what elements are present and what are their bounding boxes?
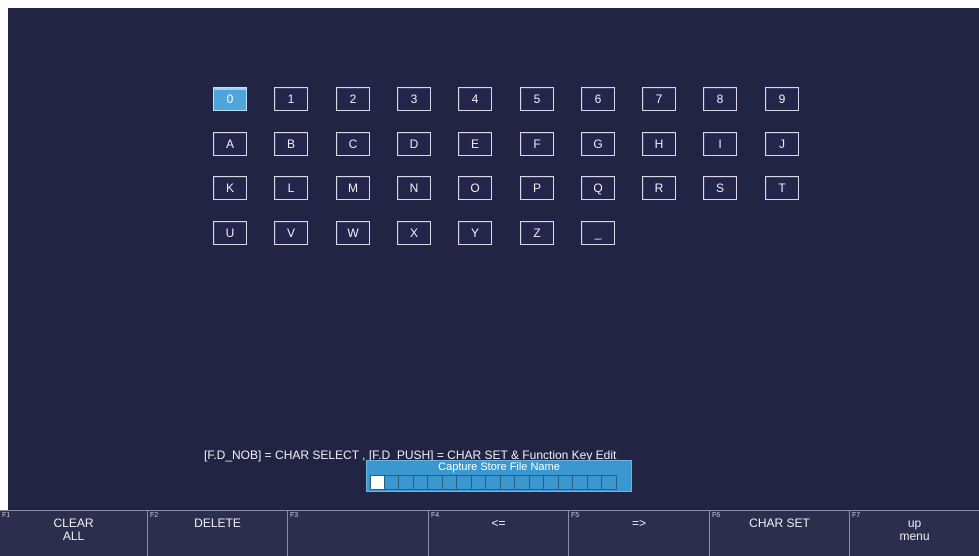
char-key-s[interactable]: S (703, 176, 737, 200)
char-key-1[interactable]: 1 (274, 87, 308, 111)
char-key-h[interactable]: H (642, 132, 676, 156)
file-name-field[interactable] (370, 475, 617, 490)
char-key-d[interactable]: D (397, 132, 431, 156)
char-key-e[interactable]: E (458, 132, 492, 156)
char-key-a[interactable]: A (213, 132, 247, 156)
char-cell (573, 475, 588, 490)
char-key-3[interactable]: 3 (397, 87, 431, 111)
char-key-f[interactable]: F (520, 132, 554, 156)
function-key-label: CHAR SET (749, 516, 810, 530)
char-key-i[interactable]: I (703, 132, 737, 156)
char-cell (486, 475, 501, 490)
char-cell (587, 475, 602, 490)
function-key-f2[interactable]: F2 DELETE (147, 510, 287, 556)
char-cell (428, 475, 443, 490)
function-key-label: CLEAR ALL (53, 516, 94, 543)
char-key-c[interactable]: C (336, 132, 370, 156)
function-key-label: <= (491, 516, 506, 530)
function-key-bar: F1 CLEAR ALL F2 DELETE F3 F4 <= F5 => F6 CHAR SET F… (0, 510, 979, 556)
char-cell (384, 475, 399, 490)
function-key-f7[interactable]: F7 up menu (849, 510, 979, 556)
function-key-number: F3 (290, 512, 299, 519)
char-key-p[interactable]: P (520, 176, 554, 200)
char-key-9[interactable]: 9 (765, 87, 799, 111)
char-key-u[interactable]: U (213, 221, 247, 245)
char-key-0[interactable]: 0 (213, 87, 247, 111)
char-cell (413, 475, 428, 490)
char-key-underscore[interactable]: _ (581, 221, 615, 245)
function-key-f5[interactable]: F5 => (568, 510, 709, 556)
char-key-o[interactable]: O (458, 176, 492, 200)
char-key-x[interactable]: X (397, 221, 431, 245)
char-key-n[interactable]: N (397, 176, 431, 200)
function-key-label: => (631, 516, 646, 530)
char-key-t[interactable]: T (765, 176, 799, 200)
char-cell (500, 475, 515, 490)
char-key-4[interactable]: 4 (458, 87, 492, 111)
char-key-6[interactable]: 6 (581, 87, 615, 111)
char-cell (442, 475, 457, 490)
char-cell (529, 475, 544, 490)
char-key-z[interactable]: Z (520, 221, 554, 245)
char-key-7[interactable]: 7 (642, 87, 676, 111)
char-key-q[interactable]: Q (581, 176, 615, 200)
char-key-k[interactable]: K (213, 176, 247, 200)
char-key-r[interactable]: R (642, 176, 676, 200)
char-key-v[interactable]: V (274, 221, 308, 245)
char-cell (457, 475, 472, 490)
char-cell (544, 475, 559, 490)
char-key-8[interactable]: 8 (703, 87, 737, 111)
char-cell (399, 475, 414, 490)
function-key-f1[interactable]: F1 CLEAR ALL (0, 510, 147, 556)
char-key-j[interactable]: J (765, 132, 799, 156)
char-cell (471, 475, 486, 490)
char-key-2[interactable]: 2 (336, 87, 370, 111)
char-cell (515, 475, 530, 490)
char-key-l[interactable]: L (274, 176, 308, 200)
function-key-f6[interactable]: F6 CHAR SET (709, 510, 849, 556)
dialog-title: Capture Store File Name (438, 461, 560, 473)
char-key-5[interactable]: 5 (520, 87, 554, 111)
function-key-f4[interactable]: F4 <= (428, 510, 568, 556)
char-cell (558, 475, 573, 490)
function-key-label: DELETE (194, 516, 241, 530)
file-name-dialog: Capture Store File Name (366, 460, 632, 492)
function-key-label: up menu (899, 516, 930, 543)
char-key-y[interactable]: Y (458, 221, 492, 245)
char-key-m[interactable]: M (336, 176, 370, 200)
char-cell (602, 475, 617, 490)
cursor-cell (370, 475, 385, 490)
function-key-f3[interactable]: F3 (287, 510, 428, 556)
char-key-b[interactable]: B (274, 132, 308, 156)
char-key-g[interactable]: G (581, 132, 615, 156)
char-key-w[interactable]: W (336, 221, 370, 245)
